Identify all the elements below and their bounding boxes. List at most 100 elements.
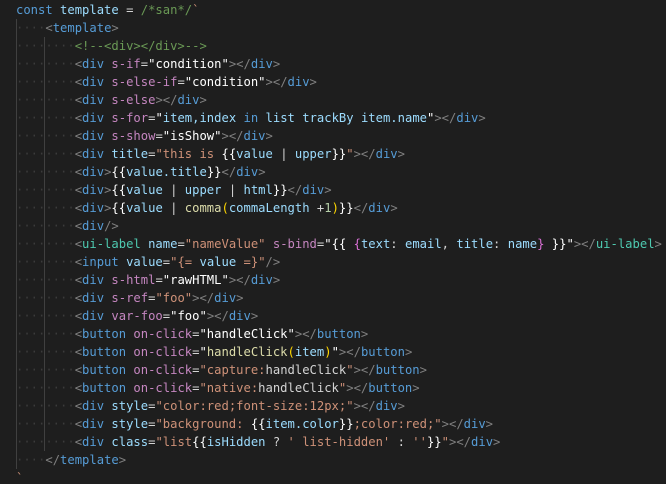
code-token: =}	[243, 255, 259, 269]
code-token: item	[294, 345, 325, 359]
code-token: style	[111, 399, 149, 413]
code-token: div	[463, 417, 486, 431]
code-token: value	[126, 255, 163, 269]
whitespace-marker: ····	[16, 21, 46, 35]
code-line[interactable]: ····<template>	[0, 19, 666, 37]
code-token: button	[368, 381, 413, 395]
indent-guide	[44, 109, 46, 127]
code-line[interactable]: ········<button on-click="capture:handle…	[0, 361, 666, 379]
indent-guide	[44, 307, 46, 325]
indent-guide	[16, 217, 18, 235]
code-token: on-click	[133, 381, 193, 395]
code-line[interactable]: ········<ui-label name="nameValue" s-bin…	[0, 235, 666, 253]
code-token: <	[74, 345, 83, 359]
code-token: ></	[338, 345, 361, 359]
code-token: "	[199, 345, 207, 359]
code-line[interactable]: const template = /*san*/`	[0, 1, 666, 19]
code-token: ></	[192, 291, 215, 305]
code-line[interactable]: ········<div s-else></div>	[0, 91, 666, 109]
code-token: "foo"	[155, 291, 193, 305]
code-token: |	[221, 183, 244, 197]
code-token: {{	[111, 165, 127, 179]
code-token: ></	[353, 363, 376, 377]
code-token: "	[331, 345, 339, 359]
code-line[interactable]: ········<div>{{value.title}}</div>	[0, 163, 666, 181]
code-token: <	[74, 381, 83, 395]
code-token: template	[60, 453, 119, 467]
code-token: "handleClick"	[199, 327, 295, 341]
indent-guide	[16, 415, 18, 433]
code-token: "	[155, 399, 163, 413]
code-token: button	[82, 381, 127, 395]
code-line[interactable]: ········<div style="color:red;font-size:…	[0, 397, 666, 415]
code-line[interactable]: ········<div s-html="rawHTML"></div>	[0, 271, 666, 289]
code-token: div	[82, 417, 105, 431]
code-editor[interactable]: const template = /*san*/` ····<template> ·…	[0, 0, 666, 484]
code-line[interactable]: `	[0, 469, 666, 484]
code-line[interactable]: ········<div/>	[0, 217, 666, 235]
code-line[interactable]: ········<div>{{value | comma(commaLength…	[0, 199, 666, 217]
code-token: |	[162, 183, 185, 197]
code-token: s-if	[111, 57, 141, 71]
code-token: "background:	[155, 417, 251, 431]
code-token: title	[456, 237, 494, 251]
indent-guide	[16, 451, 18, 469]
code-token: ></	[155, 93, 178, 107]
code-token: ></	[353, 147, 376, 161]
code-token: |	[272, 147, 295, 161]
code-line[interactable]: ········<div var-foo="foo"></div>	[0, 307, 666, 325]
code-line[interactable]: ········<div s-if="condition"></div>	[0, 55, 666, 73]
code-token: s-bind	[272, 237, 317, 251]
code-token: button	[375, 363, 420, 377]
indent-guide	[44, 289, 46, 307]
code-token: "foo"	[170, 309, 207, 323]
code-token: ?	[265, 435, 288, 449]
code-token: div	[456, 111, 479, 125]
whitespace-marker: ····	[16, 453, 46, 467]
code-area[interactable]: const template = /*san*/` ····<template> ·…	[0, 1, 666, 484]
code-token: ,	[441, 237, 457, 251]
code-token: upper	[294, 147, 332, 161]
code-token: >	[272, 57, 281, 71]
code-token: >	[118, 453, 127, 467]
code-token: <	[74, 273, 83, 287]
code-token: div	[82, 219, 105, 233]
code-token: title	[111, 147, 149, 161]
code-line[interactable]: ········<div style="background: {{item.c…	[0, 415, 666, 433]
code-token: button	[316, 327, 361, 341]
indent-guide	[44, 325, 46, 343]
code-token: comma	[184, 201, 222, 215]
code-token: div	[82, 273, 105, 287]
code-line[interactable]: ········<div class="list{{isHidden ? ' l…	[0, 433, 666, 451]
code-line[interactable]: ········<div s-show="isShow"></div>	[0, 127, 666, 145]
code-token: text	[360, 237, 391, 251]
code-line[interactable]: ········<div>{{value | upper | html}}</d…	[0, 181, 666, 199]
code-token: :	[390, 237, 405, 251]
indent-guide	[44, 127, 46, 145]
indent-guide	[44, 361, 46, 379]
code-token: }}	[338, 417, 354, 431]
code-token: on-click	[133, 345, 193, 359]
code-token: </	[287, 183, 303, 197]
code-token: html	[243, 183, 273, 197]
indent-guide	[44, 235, 46, 253]
code-line[interactable]: ····</template>	[0, 451, 666, 469]
code-line[interactable]: ········<div s-for="item,index in list t…	[0, 109, 666, 127]
code-token: >	[258, 165, 266, 179]
code-token: s-for	[111, 111, 149, 125]
code-line[interactable]: ········<div s-ref="foo"></div>	[0, 289, 666, 307]
code-token: <	[74, 237, 83, 251]
code-token: >	[236, 291, 244, 305]
code-line[interactable]: ········<div s-else-if="condition"></div…	[0, 73, 666, 91]
code-line[interactable]: ········<!--<div></div>-->	[0, 37, 666, 55]
code-line[interactable]: ········<button on-click="handleClick"><…	[0, 325, 666, 343]
code-token: ></	[228, 57, 251, 71]
code-line[interactable]: ········<button on-click="handleClick(it…	[0, 343, 666, 361]
code-token: div	[302, 183, 325, 197]
code-token: button	[82, 327, 127, 341]
code-line[interactable]: ········<div title="this is {{value | up…	[0, 145, 666, 163]
code-line[interactable]: ········<input value="{= value =}"/>	[0, 253, 666, 271]
code-line[interactable]: ········<button on-click="native:handleC…	[0, 379, 666, 397]
code-token: item,index	[162, 111, 237, 125]
